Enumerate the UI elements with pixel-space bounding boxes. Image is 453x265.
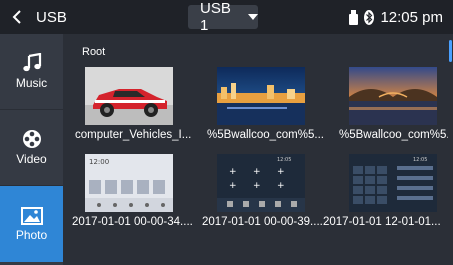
caret-down-icon	[248, 14, 258, 20]
sidebar-item-label: Video	[16, 152, 47, 166]
sidebar-item-video[interactable]: Video	[0, 110, 63, 186]
sidebar-item-photo[interactable]: Photo	[0, 186, 63, 262]
scrollbar[interactable]	[448, 34, 453, 265]
file-name: %5Bwallcoo_com%5...	[339, 129, 453, 141]
film-reel-icon	[22, 130, 41, 148]
file-name: %5Bwallcoo_com%5...	[207, 129, 324, 141]
scrollbar-thumb[interactable]	[449, 40, 452, 62]
image-icon	[20, 206, 43, 225]
top-bar: USB USB 1 12:05 pm	[0, 0, 453, 34]
sidebar-item-music[interactable]: Music	[0, 34, 63, 110]
sidebar-item-label: Music	[15, 76, 48, 90]
thumbnail-ui-keypad: 12:05 + + + + + +	[217, 154, 305, 212]
chevron-left-icon	[12, 10, 21, 24]
svg-text:+: +	[253, 167, 261, 177]
clock: 12:05 pm	[380, 8, 443, 26]
thumbnail-bridge-sunset	[349, 67, 437, 125]
file-browser: Root computer_Vehicles_I... %5Bwallcoo_c…	[63, 34, 453, 265]
sidebar-item-label: Photo	[15, 227, 48, 242]
svg-text:+: +	[229, 167, 237, 177]
svg-text:+: +	[253, 181, 261, 191]
file-name: 2017-01-01 00-00-39....	[202, 216, 323, 228]
file-name: 2017-01-01 12-01-01...	[323, 216, 441, 228]
breadcrumb: Root	[82, 46, 106, 58]
thumbnail-race-car	[85, 67, 173, 125]
thumb-clock-text: 12:05	[413, 157, 427, 163]
thumb-clock-text: 12:05	[277, 157, 291, 163]
svg-text:+: +	[277, 167, 285, 177]
svg-text:+: +	[229, 181, 237, 191]
thumbnail-ui-home: 12:00	[85, 154, 173, 212]
music-note-icon	[22, 53, 41, 72]
file-name: 2017-01-01 00-00-34....	[72, 216, 193, 228]
sidebar: Music Video Photo	[0, 34, 63, 265]
thumb-clock-text: 12:00	[89, 158, 109, 166]
status-area: 12:05 pm	[349, 0, 443, 34]
usb-drive-icon	[349, 9, 359, 25]
source-dropdown[interactable]: USB 1	[188, 0, 258, 34]
thumbnail-night-city	[217, 67, 305, 125]
thumbnail-ui-dialpad: 12:05	[349, 154, 437, 212]
page-title: USB	[36, 8, 67, 26]
file-name: computer_Vehicles_I...	[75, 129, 192, 141]
source-dropdown-value: USB 1	[200, 0, 231, 34]
svg-text:+: +	[277, 181, 285, 191]
bluetooth-icon	[364, 9, 375, 25]
back-button[interactable]	[10, 0, 24, 34]
